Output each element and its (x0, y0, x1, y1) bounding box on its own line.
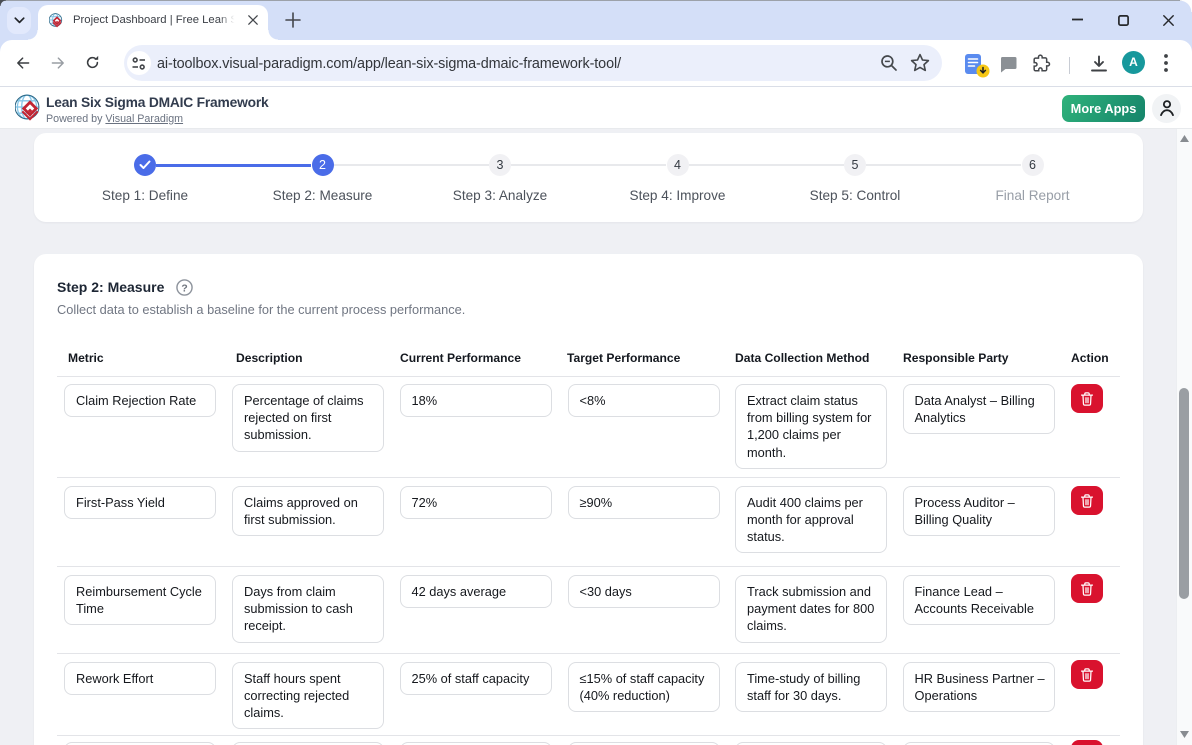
svg-text:?: ? (181, 283, 187, 294)
